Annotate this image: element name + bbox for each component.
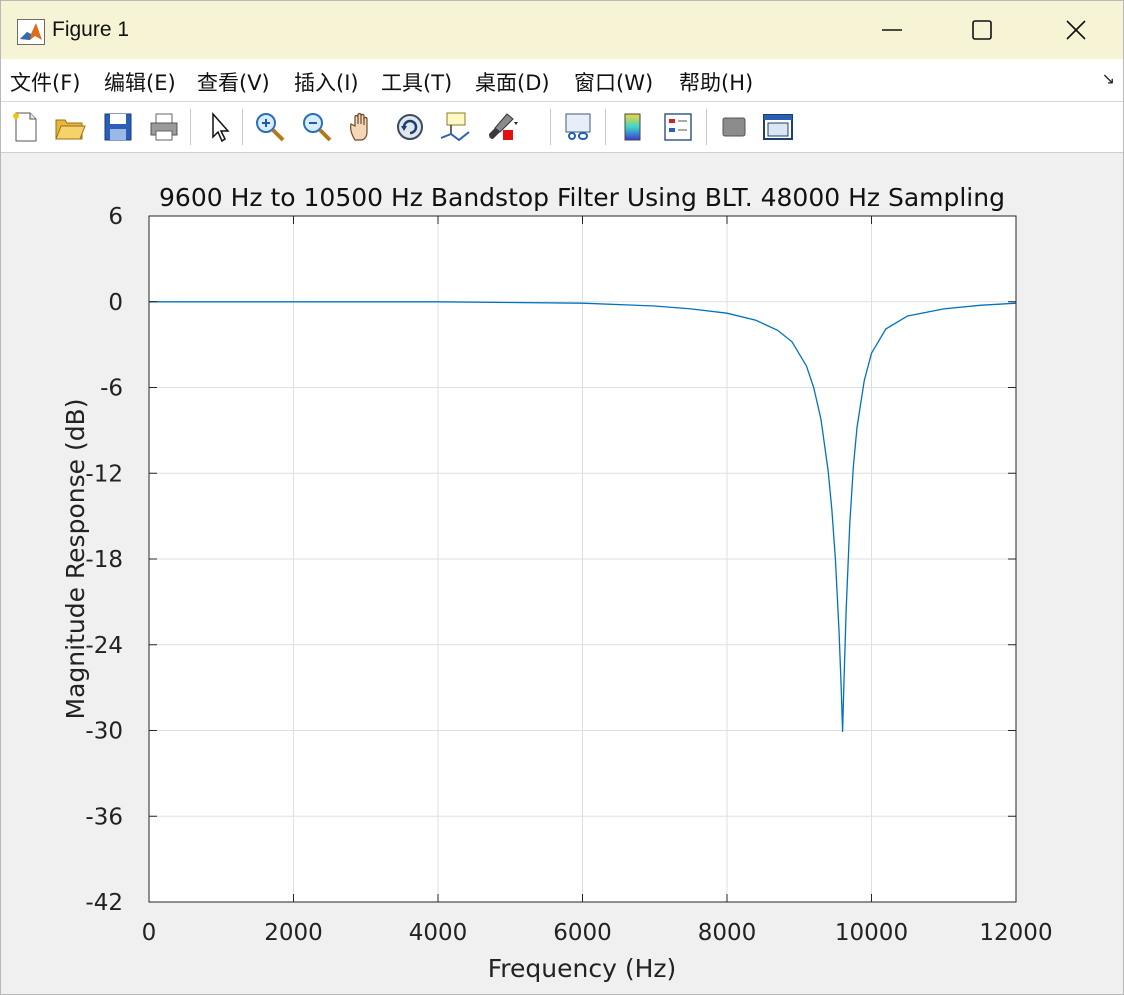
menu-file[interactable]: 文件(F) (10, 67, 80, 97)
show-plot-tools-icon[interactable] (761, 110, 795, 144)
y-tick-label: -12 (85, 461, 123, 487)
x-tick-labels: 0 2000 4000 6000 8000 10000 12000 (142, 920, 1053, 946)
y-tick-label: -6 (100, 376, 123, 402)
legend-icon[interactable] (661, 110, 695, 144)
data-cursor-icon[interactable] (439, 110, 473, 144)
minimize-icon (882, 29, 902, 31)
y-tick-label: 0 (108, 290, 123, 316)
zoom-in-icon[interactable] (253, 110, 287, 144)
brush-icon[interactable] (485, 110, 519, 144)
link-plot-icon[interactable] (561, 110, 595, 144)
hide-plot-tools-icon[interactable] (717, 110, 751, 144)
x-axis-label: Frequency (Hz) (488, 954, 677, 983)
x-tick-label: 8000 (698, 920, 757, 946)
x-tick-label: 2000 (264, 920, 323, 946)
close-button[interactable] (1031, 7, 1121, 53)
plot-svg: 9600 Hz to 10500 Hz Bandstop Filter Usin… (61, 183, 1053, 983)
maximize-icon (972, 20, 992, 40)
y-tick-label: -36 (85, 804, 123, 830)
toolbar-separator (605, 109, 606, 145)
menu-help[interactable]: 帮助(H) (679, 67, 753, 97)
figure-window: Figure 1 文件(F) 编辑(E) 查看(V) 插入(I) 工具(T) 桌… (0, 0, 1124, 995)
zoom-out-icon[interactable] (300, 110, 334, 144)
open-file-icon[interactable] (53, 110, 87, 144)
new-figure-icon[interactable] (9, 110, 43, 144)
rotate-3d-icon[interactable] (393, 110, 427, 144)
y-tick-label: -30 (85, 719, 123, 745)
maximize-button[interactable] (937, 7, 1027, 53)
toolbar-separator (190, 109, 191, 145)
x-tick-label: 0 (142, 920, 157, 946)
window-title: Figure 1 (52, 18, 130, 41)
dock-arrow-icon[interactable]: ↘ (1102, 69, 1115, 88)
y-tick-label: 6 (108, 204, 123, 230)
toolbar-separator (706, 109, 707, 145)
x-tick-label: 10000 (835, 920, 908, 946)
toolbar-separator (550, 109, 551, 145)
matlab-logo-icon (17, 19, 45, 45)
y-axis-label: Magnitude Response (dB) (61, 399, 90, 720)
print-icon[interactable] (147, 110, 181, 144)
minimize-button[interactable] (847, 7, 937, 53)
menu-window[interactable]: 窗口(W) (574, 67, 653, 97)
save-icon[interactable] (101, 110, 135, 144)
y-tick-label: -42 (85, 890, 123, 916)
y-tick-label: -24 (85, 633, 123, 659)
chart-title: 9600 Hz to 10500 Hz Bandstop Filter Usin… (159, 183, 1005, 212)
menu-insert[interactable]: 插入(I) (294, 67, 359, 97)
title-bar[interactable]: Figure 1 (1, 1, 1123, 59)
menu-tools[interactable]: 工具(T) (381, 67, 452, 97)
y-tick-labels: 6 0 -6 -12 -18 -24 -30 -36 -42 (85, 204, 123, 916)
y-tick-label: -18 (85, 547, 123, 573)
toolbar-separator (242, 109, 243, 145)
pointer-icon[interactable] (203, 110, 237, 144)
x-tick-label: 4000 (409, 920, 468, 946)
colorbar-icon[interactable] (616, 110, 650, 144)
menu-bar: 文件(F) 编辑(E) 查看(V) 插入(I) 工具(T) 桌面(D) 窗口(W… (1, 59, 1123, 102)
figure-toolbar (1, 102, 1123, 153)
x-tick-label: 12000 (979, 920, 1052, 946)
x-tick-label: 6000 (553, 920, 612, 946)
menu-view[interactable]: 查看(V) (197, 67, 270, 97)
close-icon (1066, 20, 1086, 40)
pan-hand-icon[interactable] (346, 110, 380, 144)
figure-canvas: 9600 Hz to 10500 Hz Bandstop Filter Usin… (1, 153, 1123, 994)
menu-desktop[interactable]: 桌面(D) (475, 67, 550, 97)
menu-edit[interactable]: 编辑(E) (104, 67, 176, 97)
